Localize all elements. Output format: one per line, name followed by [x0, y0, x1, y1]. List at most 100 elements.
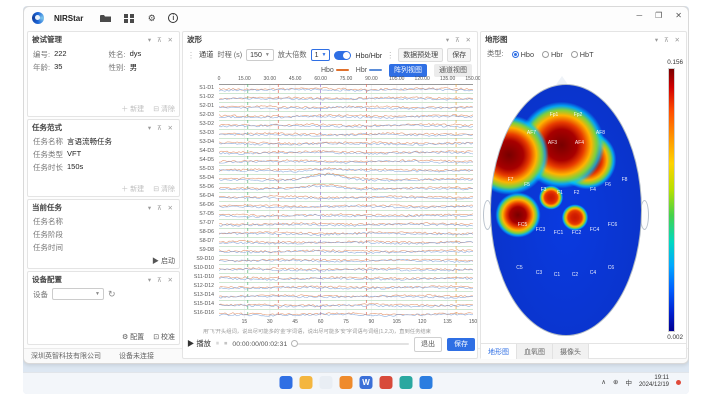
bottom-axis-ticks: 153045607590105120135150 [219, 319, 473, 326]
hbo-hbr-toggle[interactable] [334, 51, 351, 60]
electrode-label-af4: AF4 [575, 140, 584, 146]
notification-badge[interactable] [676, 380, 681, 385]
axis-tick: 0 [218, 76, 221, 82]
electrode-label-fc2: FC2 [572, 230, 581, 236]
channel-label: S2-D1 [183, 102, 216, 111]
legend-line-swatch [369, 69, 382, 71]
footer-action-button[interactable]: ⊟ 清除 [153, 104, 175, 114]
exit-button[interactable]: 退出 [414, 337, 442, 352]
montage-icon[interactable] [122, 12, 135, 25]
subject-fields: 编号:222姓名:dys年龄:35性别:男 [28, 47, 179, 75]
stop-button[interactable]: ⏹ [224, 340, 227, 348]
axis-tick: 90.00 [365, 76, 378, 82]
drag-handle-icon[interactable]: ⋮ [386, 51, 394, 60]
pause-button[interactable]: ⏸ [216, 340, 219, 348]
field-label: 任务名称 [33, 136, 63, 147]
legend-label: Hbr [356, 67, 369, 74]
axis-tick: 105 [393, 319, 401, 325]
view-toggle-button[interactable]: 阵列视图 [389, 64, 427, 77]
type-radio-hbr[interactable]: Hbr [542, 50, 563, 59]
slider-knob[interactable] [291, 340, 298, 347]
axis-tick: 75 [343, 319, 349, 325]
channel-label: S4-D5 [183, 156, 216, 165]
type-radio-hbo[interactable]: Hbo [512, 50, 534, 59]
maximize-button[interactable]: ❐ [655, 11, 662, 20]
playback-slider[interactable] [292, 343, 409, 345]
save-button[interactable]: 保存 [447, 48, 471, 62]
tray-time: 19:11 [639, 375, 669, 382]
refresh-icon[interactable]: ↻ [108, 289, 116, 300]
panel-controls-icons[interactable]: ▾ ⊼ ✕ [148, 36, 175, 44]
electrode-label-fc6: FC6 [608, 222, 617, 228]
taskbar-app-teal-icon[interactable] [400, 376, 413, 389]
field-label: 任务时长 [33, 162, 63, 173]
footer-action-button[interactable]: ＋ 新建 [121, 184, 144, 194]
axis-tick: 30.00 [264, 76, 277, 82]
footer-action-button[interactable]: ⊟ 清除 [153, 184, 175, 194]
electrode-label-c3: C3 [536, 270, 542, 276]
channel-label: S6-D6 [183, 201, 216, 210]
panel-controls-icons[interactable]: ▾ ⊼ ✕ [655, 36, 682, 44]
subject-field: 姓名:dys [104, 48, 180, 61]
epoch-label: 时程 (s) [217, 50, 242, 60]
axis-tick: 90 [369, 319, 375, 325]
electrode-label-c6: C6 [608, 265, 614, 271]
footer-action-button[interactable]: ＋ 新建 [121, 104, 144, 114]
play-button[interactable]: ▶ 播放 [187, 339, 211, 349]
electrode-label-f1: F1 [557, 190, 563, 196]
taskbar-system-monitor-icon[interactable] [280, 376, 293, 389]
view-toggle-button[interactable]: 通道视图 [434, 64, 472, 77]
network-icon[interactable]: ⊕ [613, 378, 618, 386]
panel-controls-icons[interactable]: ▾ ⊼ ✕ [446, 36, 473, 44]
waveform-plot[interactable] [219, 84, 473, 318]
paradigm-panel-footer: ＋ 新建 ⊟ 清除 [121, 184, 175, 194]
device-status: 设备未连接 [119, 351, 154, 361]
folder-icon[interactable] [99, 12, 112, 25]
close-button[interactable]: ✕ [675, 11, 682, 20]
tray-chevron-icon[interactable]: ∧ [601, 378, 606, 386]
footer-action-button[interactable]: ⊡ 校准 [153, 332, 175, 342]
start-task-button[interactable]: ▶ 启动 [152, 256, 175, 266]
confirm-button[interactable]: 保存 [447, 338, 475, 351]
epoch-select[interactable]: 150▼ [246, 49, 274, 61]
channel-label: S9-D8 [183, 246, 216, 255]
company-name: 深圳英智科技有限公司 [31, 351, 101, 361]
preprocess-button[interactable]: 数据预处理 [398, 48, 443, 62]
zoom-select[interactable]: 1▼ [311, 49, 331, 61]
clock[interactable]: 19:11 2024/12/19 [639, 375, 669, 389]
device-select[interactable]: ▼ [52, 288, 104, 300]
paradigm-panel-title: 任务范式 [32, 122, 62, 133]
tab-摄像头[interactable]: 摄像头 [553, 344, 589, 359]
panel-controls-icons[interactable]: ▾ ⊼ ✕ [148, 276, 175, 284]
channel-menu-button[interactable]: 通道 [199, 50, 213, 60]
zoom-label: 放大倍数 [278, 50, 307, 60]
taskbar-file-explorer-icon[interactable] [300, 376, 313, 389]
channel-label: S3-D4 [183, 138, 216, 147]
topomap-panel-title: 地形图 [485, 34, 508, 45]
taskbar-wps-icon[interactable]: W [360, 376, 373, 389]
language-indicator[interactable]: 中 [625, 377, 632, 387]
current-task-footer: ▶ 启动 [152, 256, 175, 266]
taskbar-media-player-icon[interactable] [340, 376, 353, 389]
panel-controls-icons[interactable]: ▾ ⊼ ✕ [148, 204, 175, 212]
legend-item: Hbr [356, 67, 382, 74]
type-radio-hbt[interactable]: HbT [571, 50, 594, 59]
axis-tick: 105.00 [389, 76, 404, 82]
channel-label: S7-D5 [183, 210, 216, 219]
channel-labels: S1-D1S1-D2S2-D1S2-D3S3-D2S3-D3S3-D4S4-D3… [183, 84, 216, 318]
channel-label: S8-D6 [183, 228, 216, 237]
tab-地形图[interactable]: 地形图 [481, 344, 517, 359]
panel-controls-icons[interactable]: ▾ ⊼ ✕ [148, 124, 175, 132]
taskbar-app-red-icon[interactable] [380, 376, 393, 389]
footer-action-button[interactable]: ⚙ 配置 [122, 332, 144, 342]
drag-handle-icon[interactable]: ⋮ [187, 51, 195, 60]
settings-gear-icon[interactable]: ⚙ [145, 12, 158, 25]
taskbar-nirstar-icon[interactable] [420, 376, 433, 389]
taskbar-notepad-icon[interactable] [320, 376, 333, 389]
tab-血氧图[interactable]: 血氧图 [517, 344, 553, 359]
minimize-button[interactable]: ─ [636, 11, 642, 20]
channel-label: S1-D1 [183, 84, 216, 93]
brain-topography-map[interactable]: Fp1Fp2AF7AF3AF4AF8F7F5F3F1F2F4F6F8FC5FC3… [490, 84, 642, 336]
info-icon[interactable]: i [168, 13, 178, 23]
electrode-label-f7: F7 [508, 177, 514, 183]
